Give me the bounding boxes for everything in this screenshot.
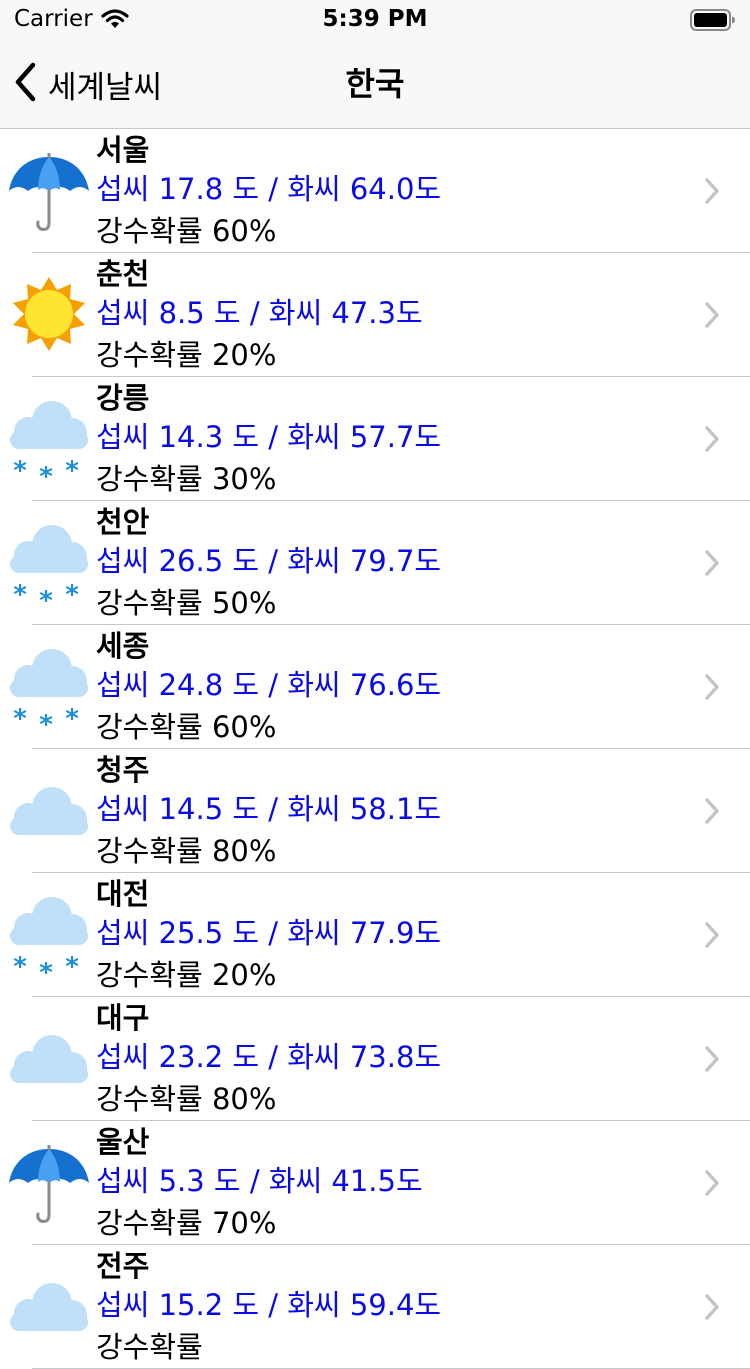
city-name: 천안 — [96, 505, 150, 539]
chevron-right-icon — [704, 177, 720, 209]
precipitation-text: 강수확률 80% — [96, 834, 277, 868]
svg-text:*: * — [13, 952, 27, 979]
status-bar: Carrier 5:39 PM — [0, 0, 750, 40]
cloud-icon — [6, 1017, 92, 1103]
precipitation-text: 강수확률 70% — [96, 1206, 277, 1240]
city-row[interactable]: 울산 섭씨 5.3 도 / 화씨 41.5도 강수확률 70% — [0, 1121, 750, 1245]
umbrella-icon — [6, 149, 92, 235]
page-title: 한국 — [345, 65, 405, 103]
svg-text:*: * — [65, 456, 79, 483]
precipitation-text: 강수확률 20% — [96, 338, 277, 372]
city-weather-list: 서울 섭씨 17.8 도 / 화씨 64.0도 강수확률 60% 춘천 섭씨 8… — [0, 129, 750, 1369]
city-row[interactable]: 춘천 섭씨 8.5 도 / 화씨 47.3도 강수확률 20% — [0, 253, 750, 377]
city-name: 춘천 — [96, 257, 150, 291]
svg-text:*: * — [13, 580, 27, 607]
city-row[interactable]: * * * 강릉 섭씨 14.3 도 / 화씨 57.7도 강수확률 30% — [0, 377, 750, 501]
svg-text:*: * — [39, 710, 53, 731]
temperature-text: 섭씨 14.5 도 / 화씨 58.1도 — [96, 792, 442, 826]
temperature-text: 섭씨 14.3 도 / 화씨 57.7도 — [96, 420, 442, 454]
temperature-text: 섭씨 23.2 도 / 화씨 73.8도 — [96, 1040, 442, 1074]
navigation-bar: 세계날씨 한국 — [0, 40, 750, 129]
snow-cloud-icon: * * * — [6, 645, 92, 731]
city-row[interactable]: 서울 섭씨 17.8 도 / 화씨 64.0도 강수확률 60% — [0, 129, 750, 253]
precipitation-text: 강수확률 30% — [96, 462, 277, 496]
chevron-right-icon — [704, 549, 720, 581]
chevron-right-icon — [704, 1169, 720, 1201]
battery-icon — [690, 9, 736, 35]
chevron-right-icon — [704, 673, 720, 705]
precipitation-text: 강수확률 50% — [96, 586, 277, 620]
city-name: 서울 — [96, 133, 150, 167]
chevron-right-icon — [704, 921, 720, 953]
temperature-text: 섭씨 26.5 도 / 화씨 79.7도 — [96, 544, 442, 578]
precipitation-text: 강수확률 80% — [96, 1082, 277, 1116]
temperature-text: 섭씨 5.3 도 / 화씨 41.5도 — [96, 1164, 423, 1198]
city-row[interactable]: * * * 천안 섭씨 26.5 도 / 화씨 79.7도 강수확률 50% — [0, 501, 750, 625]
chevron-right-icon — [704, 1045, 720, 1077]
cloud-icon — [6, 769, 92, 855]
snow-cloud-icon: * * * — [6, 521, 92, 607]
snow-cloud-icon: * * * — [6, 397, 92, 483]
city-row[interactable]: * * * 대전 섭씨 25.5 도 / 화씨 77.9도 강수확률 20% — [0, 873, 750, 997]
temperature-text: 섭씨 24.8 도 / 화씨 76.6도 — [96, 668, 442, 702]
precipitation-text: 강수확률 60% — [96, 214, 277, 248]
temperature-text: 섭씨 17.8 도 / 화씨 64.0도 — [96, 172, 442, 206]
city-name: 대구 — [96, 1001, 150, 1035]
svg-text:*: * — [39, 958, 53, 979]
temperature-text: 섭씨 25.5 도 / 화씨 77.9도 — [96, 916, 442, 950]
temperature-text: 섭씨 8.5 도 / 화씨 47.3도 — [96, 296, 423, 330]
sun-icon — [6, 273, 92, 359]
svg-text:*: * — [39, 462, 53, 483]
svg-text:*: * — [13, 456, 27, 483]
svg-text:*: * — [65, 952, 79, 979]
cloud-icon — [6, 1265, 92, 1351]
city-row[interactable]: 청주 섭씨 14.5 도 / 화씨 58.1도 강수확률 80% — [0, 749, 750, 873]
chevron-right-icon — [704, 1293, 720, 1325]
city-row[interactable]: 대구 섭씨 23.2 도 / 화씨 73.8도 강수확률 80% — [0, 997, 750, 1121]
city-name: 세종 — [96, 629, 150, 663]
svg-text:*: * — [65, 704, 79, 731]
status-time: 5:39 PM — [322, 6, 428, 32]
svg-text:*: * — [13, 704, 27, 731]
umbrella-icon — [6, 1141, 92, 1227]
city-name: 대전 — [96, 877, 150, 911]
precipitation-text: 강수확률 20% — [96, 958, 277, 992]
chevron-right-icon — [704, 425, 720, 457]
svg-text:*: * — [65, 580, 79, 607]
city-name: 강릉 — [96, 381, 150, 415]
city-row[interactable]: * * * 세종 섭씨 24.8 도 / 화씨 76.6도 강수확률 60% — [0, 625, 750, 749]
precipitation-text: 강수확률 60% — [96, 710, 277, 744]
chevron-right-icon — [704, 797, 720, 829]
snow-cloud-icon: * * * — [6, 893, 92, 979]
city-row[interactable]: 전주 섭씨 15.2 도 / 화씨 59.4도 강수확률 — [0, 1245, 750, 1369]
svg-text:*: * — [39, 586, 53, 607]
chevron-right-icon — [704, 301, 720, 333]
city-name: 울산 — [96, 1125, 150, 1159]
temperature-text: 섭씨 15.2 도 / 화씨 59.4도 — [96, 1288, 442, 1322]
city-name: 청주 — [96, 753, 150, 787]
city-name: 전주 — [96, 1249, 150, 1283]
